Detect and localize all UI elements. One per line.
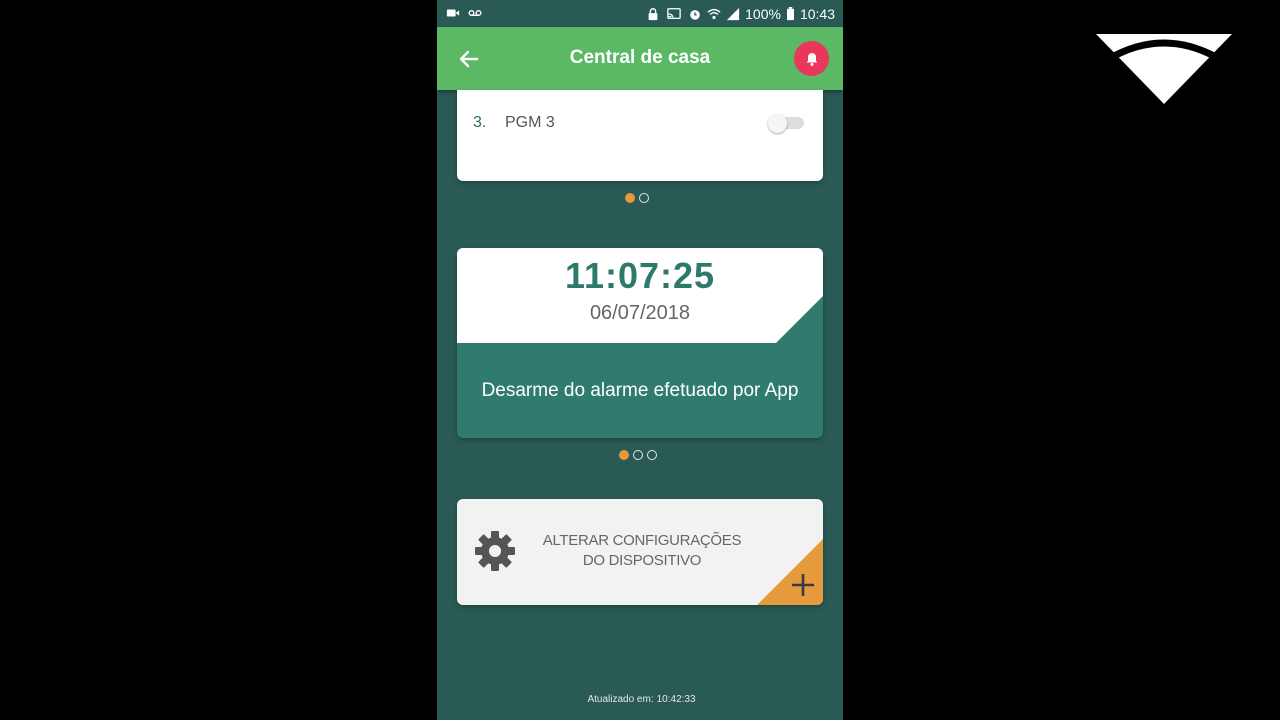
last-updated-time: 10:42:33: [656, 694, 696, 705]
pager-dot-2[interactable]: [639, 193, 649, 203]
battery-icon: [786, 7, 794, 21]
pager-dot-1[interactable]: [625, 193, 635, 203]
device-settings-label: ALTERAR CONFIGURAÇÕES DO DISPOSITIVO: [542, 532, 742, 569]
toggle-knob: [768, 114, 787, 133]
pgm-name: PGM 3: [505, 114, 555, 131]
status-bar: 100% 10:43: [437, 0, 843, 28]
lock-icon: [648, 8, 658, 21]
battery-percent: 100%: [745, 6, 781, 22]
event-date: 06/07/2018: [589, 302, 691, 324]
event-pager: [619, 450, 657, 460]
page-title: Central de casa: [569, 47, 711, 68]
pager-dot-1[interactable]: [619, 450, 629, 460]
event-header: 11:07:25 06/07/2018: [457, 248, 823, 343]
status-bar-left: [445, 6, 483, 20]
wifi-icon: [707, 8, 721, 20]
bell-icon: [806, 52, 817, 66]
clock: 10:43: [799, 6, 835, 22]
alarm-bell-button[interactable]: [794, 41, 829, 76]
pgm-pager: [625, 193, 649, 203]
pager-dot-2[interactable]: [633, 450, 643, 460]
add-button[interactable]: [757, 539, 823, 605]
device-settings-card[interactable]: ALTERAR CONFIGURAÇÕES DO DISPOSITIVO: [457, 499, 823, 605]
event-card[interactable]: 11:07:25 06/07/2018 Desarme do alarme ef…: [457, 248, 823, 438]
screen: 100% 10:43 Central de casa 3. PGM 3 11:0…: [0, 0, 1280, 720]
video-camera-icon: [446, 9, 460, 17]
card-corner-decoration: [775, 296, 823, 344]
voicemail-icon: [468, 10, 482, 16]
last-updated: Atualizado em: 10:42:33: [437, 694, 843, 705]
pager-dot-3[interactable]: [647, 450, 657, 460]
app-bar: Central de casa: [437, 27, 843, 90]
last-updated-label: Atualizado em:: [587, 694, 654, 705]
event-time: 11:07:25: [564, 255, 716, 296]
cast-icon: [667, 8, 681, 20]
pgm-number: 3.: [473, 114, 487, 131]
event-message: Desarme do alarme efetuado por App: [481, 380, 799, 401]
brand-logo-icon: [1096, 34, 1232, 104]
pgm-toggle[interactable]: [768, 114, 804, 133]
signal-icon: [727, 7, 740, 21]
phone-screen: 100% 10:43 Central de casa 3. PGM 3 11:0…: [437, 0, 843, 720]
status-bar-right: 100% 10:43: [646, 6, 835, 22]
alarm-icon: [690, 10, 700, 20]
gear-icon: [473, 529, 517, 573]
pgm-card: 3. PGM 3: [457, 90, 823, 181]
